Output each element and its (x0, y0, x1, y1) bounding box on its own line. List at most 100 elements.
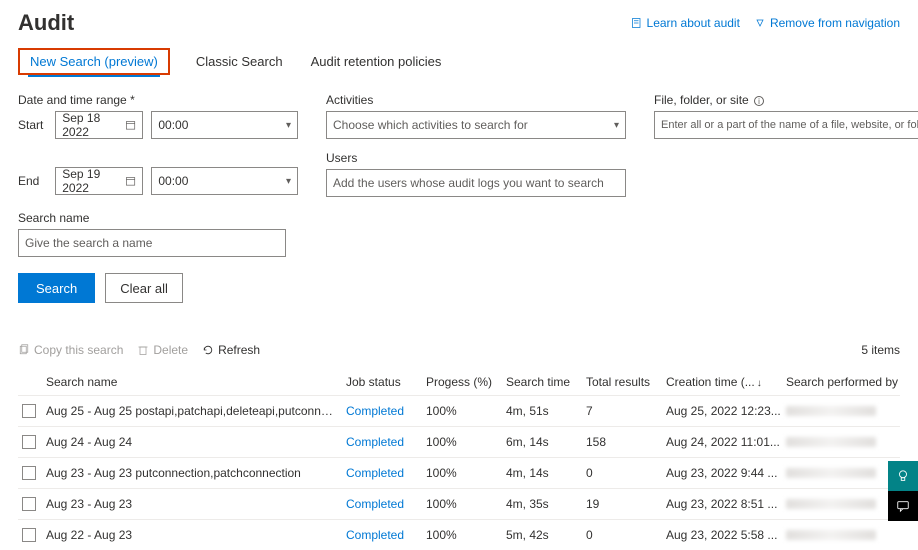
search-name-label: Search name (18, 211, 298, 225)
col-performed-by[interactable]: Search performed by (786, 375, 906, 389)
row-checkbox[interactable] (22, 435, 36, 449)
row-checkbox[interactable] (22, 497, 36, 511)
cell-creation-time: Aug 23, 2022 5:58 ... (666, 528, 786, 542)
end-label: End (18, 174, 47, 188)
refresh-icon (202, 344, 214, 356)
cell-total-results: 19 (586, 497, 666, 511)
refresh-label: Refresh (218, 343, 260, 357)
chevron-down-icon: ▾ (286, 176, 291, 187)
start-date-input[interactable]: Sep 18 2022 (55, 111, 143, 139)
chat-tab[interactable] (888, 491, 918, 521)
users-label: Users (326, 151, 626, 165)
col-progress[interactable]: Progess (%) (426, 375, 506, 389)
cell-performed-by (786, 406, 906, 416)
cell-search-time: 4m, 51s (506, 404, 586, 418)
cell-progress: 100% (426, 528, 506, 542)
users-input[interactable]: Add the users whose audit logs you want … (326, 169, 626, 197)
cell-creation-time: Aug 25, 2022 12:23... (666, 404, 786, 418)
file-placeholder: Enter all or a part of the name of a fil… (661, 119, 918, 131)
cell-progress: 100% (426, 404, 506, 418)
search-name-input[interactable]: Give the search a name (18, 229, 286, 257)
cell-total-results: 0 (586, 466, 666, 480)
chevron-down-icon: ▾ (286, 120, 291, 131)
row-checkbox[interactable] (22, 466, 36, 480)
delete-button: Delete (137, 343, 188, 357)
cell-search-time: 4m, 35s (506, 497, 586, 511)
date-range-label: Date and time range (18, 93, 298, 107)
cell-job-status: Completed (346, 497, 426, 511)
col-creation-time[interactable]: Creation time (...↓ (666, 375, 786, 389)
table-row[interactable]: Aug 24 - Aug 24 Completed 100% 6m, 14s 1… (18, 426, 900, 457)
calendar-icon (125, 175, 136, 187)
trash-icon (137, 344, 149, 356)
tab-new-search[interactable]: New Search (preview) (28, 48, 160, 75)
search-button[interactable]: Search (18, 273, 95, 303)
row-checkbox[interactable] (22, 528, 36, 542)
activities-dropdown[interactable]: Choose which activities to search for ▾ (326, 111, 626, 139)
start-time-input[interactable]: 00:00 ▾ (151, 111, 298, 139)
table-row[interactable]: Aug 25 - Aug 25 postapi,patchapi,deletea… (18, 395, 900, 426)
cell-search-name: Aug 25 - Aug 25 postapi,patchapi,deletea… (46, 404, 346, 418)
table-row[interactable]: Aug 23 - Aug 23 Completed 100% 4m, 35s 1… (18, 488, 900, 519)
feedback-tab[interactable] (888, 461, 918, 491)
start-date-value: Sep 18 2022 (62, 111, 125, 139)
table-row[interactable]: Aug 22 - Aug 23 Completed 100% 5m, 42s 0… (18, 519, 900, 550)
cell-search-name: Aug 24 - Aug 24 (46, 435, 346, 449)
clear-all-button[interactable]: Clear all (105, 273, 183, 303)
file-input[interactable]: Enter all or a part of the name of a fil… (654, 111, 918, 139)
cell-job-status: Completed (346, 404, 426, 418)
cell-creation-time: Aug 23, 2022 9:44 ... (666, 466, 786, 480)
info-icon[interactable]: i (754, 96, 764, 106)
tab-highlight-box: New Search (preview) (18, 48, 170, 75)
file-label: File, folder, or site i (654, 93, 918, 107)
cell-progress: 100% (426, 497, 506, 511)
cell-progress: 100% (426, 435, 506, 449)
start-time-value: 00:00 (158, 118, 188, 132)
book-icon (631, 17, 643, 29)
end-time-input[interactable]: 00:00 ▾ (151, 167, 298, 195)
cell-job-status: Completed (346, 435, 426, 449)
search-name-placeholder: Give the search a name (25, 236, 152, 250)
cell-job-status: Completed (346, 528, 426, 542)
unpin-icon (754, 17, 766, 29)
row-checkbox[interactable] (22, 404, 36, 418)
table-row[interactable]: Aug 23 - Aug 23 putconnection,patchconne… (18, 457, 900, 488)
cell-search-name: Aug 23 - Aug 23 putconnection,patchconne… (46, 466, 346, 480)
start-label: Start (18, 118, 47, 132)
cell-creation-time: Aug 23, 2022 8:51 ... (666, 497, 786, 511)
col-job-status[interactable]: Job status (346, 375, 426, 389)
tab-audit-retention[interactable]: Audit retention policies (309, 48, 444, 75)
cell-search-name: Aug 22 - Aug 23 (46, 528, 346, 542)
chevron-down-icon: ▾ (614, 120, 619, 131)
items-count: 5 items (861, 343, 900, 357)
activities-placeholder: Choose which activities to search for (333, 118, 528, 132)
cell-search-time: 6m, 14s (506, 435, 586, 449)
users-placeholder: Add the users whose audit logs you want … (333, 176, 604, 190)
learn-about-audit-link[interactable]: Learn about audit (631, 16, 740, 30)
remove-navigation-link[interactable]: Remove from navigation (754, 16, 900, 30)
copy-search-button: Copy this search (18, 343, 123, 357)
cell-total-results: 158 (586, 435, 666, 449)
col-search-name[interactable]: Search name (46, 375, 346, 389)
cell-total-results: 0 (586, 528, 666, 542)
end-date-input[interactable]: Sep 19 2022 (55, 167, 143, 195)
cell-performed-by (786, 530, 906, 540)
end-time-value: 00:00 (158, 174, 188, 188)
col-total-results[interactable]: Total results (586, 375, 666, 389)
activities-label: Activities (326, 93, 626, 107)
cell-progress: 100% (426, 466, 506, 480)
file-label-text: File, folder, or site (654, 93, 749, 107)
search-results-table: Search name Job status Progess (%) Searc… (18, 369, 900, 550)
lightbulb-icon (896, 469, 910, 483)
cell-performed-by (786, 437, 906, 447)
refresh-button[interactable]: Refresh (202, 343, 260, 357)
copy-icon (18, 344, 30, 356)
cell-search-name: Aug 23 - Aug 23 (46, 497, 346, 511)
sort-down-icon: ↓ (757, 378, 762, 389)
cell-total-results: 7 (586, 404, 666, 418)
remove-link-label: Remove from navigation (770, 16, 900, 30)
col-search-time[interactable]: Search time (506, 375, 586, 389)
cell-search-time: 4m, 14s (506, 466, 586, 480)
tab-classic-search[interactable]: Classic Search (194, 48, 285, 75)
col-creation-label: Creation time (... (666, 375, 755, 389)
